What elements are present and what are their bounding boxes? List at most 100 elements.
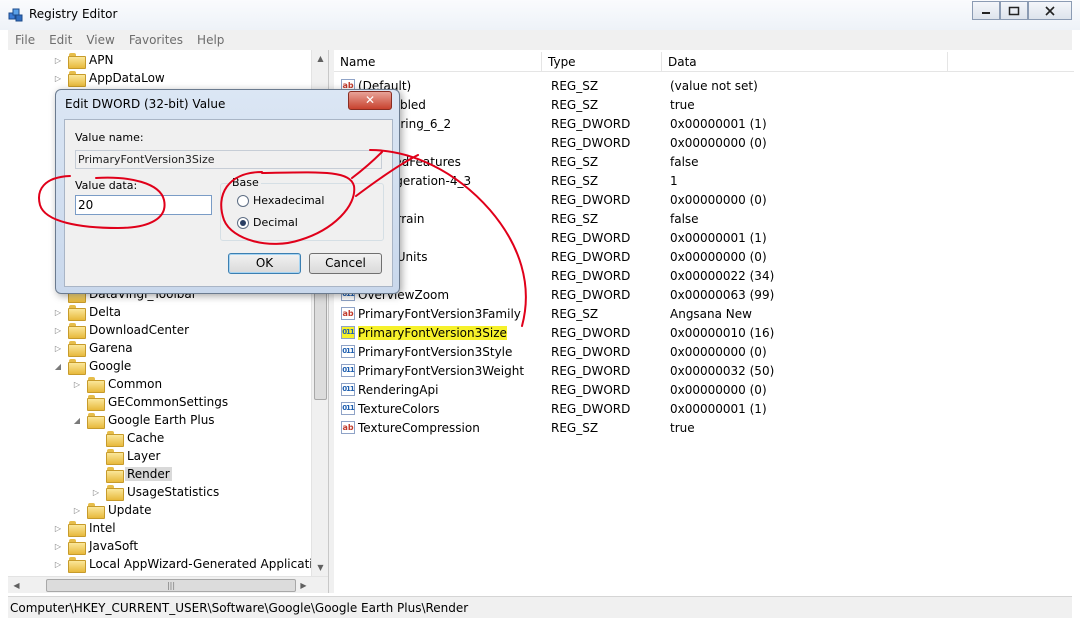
- value-row[interactable]: abdvancedFeaturesREG_SZfalse: [334, 152, 1074, 171]
- expand-arrow-icon[interactable]: ▷: [52, 542, 64, 551]
- value-data-input[interactable]: 20: [75, 195, 212, 215]
- value-row[interactable]: abnExaggeration-4_3REG_SZ1: [334, 171, 1074, 190]
- tree-item[interactable]: Cache: [90, 429, 166, 447]
- tree-item[interactable]: ▷ Common: [71, 375, 164, 393]
- tree-item-label[interactable]: JavaSoft: [87, 539, 140, 553]
- tree-item[interactable]: ▷ AppDataLow: [52, 69, 167, 87]
- value-row[interactable]: 011REG_DWORD0x00000001 (1): [334, 228, 1074, 247]
- value-row[interactable]: 011 TextureColors REG_DWORD 0x00000001 (1): [334, 399, 1074, 418]
- cancel-button[interactable]: Cancel: [309, 253, 382, 274]
- dialog-close-button[interactable]: ✕: [348, 91, 392, 110]
- value-data: Angsana New: [670, 306, 752, 321]
- tree-item[interactable]: ◢ Google Earth Plus: [71, 411, 217, 429]
- scroll-down-icon[interactable]: ▼: [312, 559, 328, 576]
- tree-item-label[interactable]: Cache: [125, 431, 166, 445]
- close-button[interactable]: [1028, 1, 1072, 20]
- value-row[interactable]: 011 PrimaryFontVersion3Size REG_DWORD 0x000…: [334, 323, 1074, 342]
- value-row[interactable]: 011wSizeREG_DWORD0x00000022 (34): [334, 266, 1074, 285]
- tree-item-label[interactable]: GECommonSettings: [106, 395, 230, 409]
- value-type: REG_DWORD: [551, 344, 631, 359]
- tree-item-label[interactable]: DownloadCenter: [87, 323, 191, 337]
- value-row[interactable]: 011 RenderingApi REG_DWORD 0x00000000 (0): [334, 380, 1074, 399]
- tree-item[interactable]: ▷ APN: [52, 51, 115, 69]
- tree-item[interactable]: ▷ DownloadCenter: [52, 321, 191, 339]
- tree-item-label[interactable]: Common: [106, 377, 164, 391]
- tree-item[interactable]: ▷ UsageStatistics: [90, 483, 221, 501]
- value-row[interactable]: 011ingREG_DWORD0x00000000 (0): [334, 133, 1074, 152]
- value-row[interactable]: 011 OverviewZoom REG_DWORD 0x00000063 (99): [334, 285, 1074, 304]
- tree-item-label[interactable]: Local AppWizard-Generated Applications: [87, 557, 328, 571]
- expand-arrow-icon[interactable]: ▷: [71, 506, 83, 515]
- folder-icon: [68, 341, 86, 357]
- scroll-up-icon[interactable]: ▲: [312, 50, 328, 67]
- value-row[interactable]: aberyEnabledREG_SZtrue: [334, 95, 1074, 114]
- minimize-button[interactable]: [972, 1, 1000, 20]
- tree-item[interactable]: ▷ Garena: [52, 339, 135, 357]
- ok-button[interactable]: OK: [228, 253, 301, 274]
- column-type[interactable]: Type: [542, 52, 662, 72]
- value-type: REG_DWORD: [551, 230, 631, 245]
- menu-favorites[interactable]: Favorites: [122, 33, 190, 47]
- collapse-arrow-icon[interactable]: ◢: [71, 416, 83, 425]
- value-row[interactable]: 011erenceREG_DWORD0x00000000 (0): [334, 190, 1074, 209]
- expand-arrow-icon[interactable]: ▷: [71, 380, 83, 389]
- tree-item-label[interactable]: UsageStatistics: [125, 485, 221, 499]
- tree-item[interactable]: Render: [90, 465, 172, 483]
- tree-item-label[interactable]: Render: [125, 467, 172, 481]
- column-name[interactable]: Name: [334, 52, 542, 72]
- value-type: REG_DWORD: [551, 268, 631, 283]
- scroll-left-icon[interactable]: ◀: [8, 577, 25, 593]
- hexadecimal-label: Hexadecimal: [253, 194, 325, 207]
- expand-arrow-icon[interactable]: ▷: [90, 488, 102, 497]
- tree-item-label[interactable]: APN: [87, 53, 115, 67]
- maximize-button[interactable]: [1000, 1, 1028, 20]
- value-row[interactable]: ab (Default) REG_SZ (value not set): [334, 76, 1074, 95]
- menu-view[interactable]: View: [79, 33, 121, 47]
- value-row[interactable]: 011ementUnitsREG_DWORD0x00000000 (0): [334, 247, 1074, 266]
- scroll-thumb-horizontal[interactable]: |||: [46, 579, 296, 592]
- expand-arrow-icon[interactable]: ▷: [52, 308, 64, 317]
- value-row[interactable]: ab PrimaryFontVersion3Family REG_SZ Angsana…: [334, 304, 1074, 323]
- tree-item-label[interactable]: Update: [106, 503, 153, 517]
- column-data[interactable]: Data: [662, 52, 948, 72]
- values-list[interactable]: Name Type Data ab (Default) REG_SZ (value n…: [334, 50, 1074, 593]
- reg-dword-icon: 011: [341, 402, 355, 415]
- tree-item[interactable]: ▷ Update: [71, 501, 153, 519]
- radio-hex-icon[interactable]: [237, 194, 249, 207]
- hexadecimal-radio[interactable]: Hexadecimal: [237, 194, 324, 207]
- tree-horizontal-scrollbar[interactable]: ◀ ||| ▶: [8, 576, 328, 593]
- value-row[interactable]: 011 PrimaryFontVersion3Weight REG_DWORD 0x0…: [334, 361, 1074, 380]
- expand-arrow-icon[interactable]: ▷: [52, 344, 64, 353]
- menu-edit[interactable]: Edit: [42, 33, 79, 47]
- expand-arrow-icon[interactable]: ▷: [52, 74, 64, 83]
- tree-item[interactable]: ◢ Google: [52, 357, 133, 375]
- value-data: 0x00000000 (0): [670, 135, 767, 150]
- menu-file[interactable]: File: [8, 33, 42, 47]
- expand-arrow-icon[interactable]: ▷: [52, 560, 64, 569]
- tree-item[interactable]: GECommonSettings: [71, 393, 230, 411]
- expand-arrow-icon[interactable]: ▷: [52, 524, 64, 533]
- value-row[interactable]: abalityTerrainREG_SZfalse: [334, 209, 1074, 228]
- tree-item[interactable]: ▷ Delta: [52, 303, 123, 321]
- tree-item-label[interactable]: Intel: [87, 521, 118, 535]
- tree-item-label[interactable]: AppDataLow: [87, 71, 167, 85]
- decimal-radio[interactable]: Decimal: [237, 216, 298, 229]
- value-row[interactable]: 011picFiltering_6_2REG_DWORD0x00000001 (…: [334, 114, 1074, 133]
- tree-item-label[interactable]: Garena: [87, 341, 135, 355]
- expand-arrow-icon[interactable]: ▷: [52, 56, 64, 65]
- tree-item[interactable]: ▷ Local AppWizard-Generated Applications: [52, 555, 328, 573]
- tree-item[interactable]: ▷ Intel: [52, 519, 118, 537]
- menu-help[interactable]: Help: [190, 33, 231, 47]
- tree-item-label[interactable]: Layer: [125, 449, 162, 463]
- scroll-right-icon[interactable]: ▶: [295, 577, 312, 593]
- tree-item[interactable]: Layer: [90, 447, 162, 465]
- collapse-arrow-icon[interactable]: ◢: [52, 362, 64, 371]
- tree-item-label[interactable]: Google Earth Plus: [106, 413, 217, 427]
- expand-arrow-icon[interactable]: ▷: [52, 326, 64, 335]
- tree-item-label[interactable]: Delta: [87, 305, 123, 319]
- radio-dec-icon[interactable]: [237, 216, 249, 229]
- tree-item[interactable]: ▷ JavaSoft: [52, 537, 140, 555]
- value-row[interactable]: ab TextureCompression REG_SZ true: [334, 418, 1074, 437]
- tree-item-label[interactable]: Google: [87, 359, 133, 373]
- value-row[interactable]: 011 PrimaryFontVersion3Style REG_DWORD 0x00…: [334, 342, 1074, 361]
